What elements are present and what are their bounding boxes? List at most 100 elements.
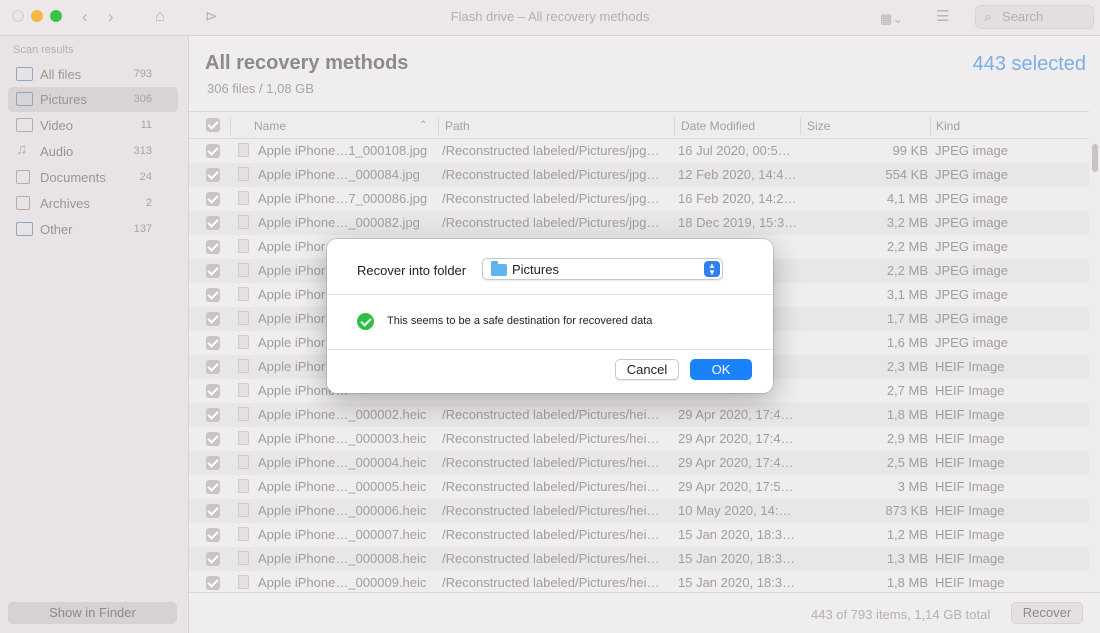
- sidebar-item-count: 2: [145, 197, 152, 209]
- file-icon: [238, 191, 249, 205]
- file-size: 1,7 MB: [886, 311, 928, 326]
- show-in-finder-button[interactable]: Show in Finder: [8, 602, 177, 624]
- file-size: 4,1 MB: [886, 191, 928, 206]
- sidebar-item-other[interactable]: Other 137: [8, 217, 178, 242]
- row-checkbox[interactable]: [206, 264, 220, 278]
- page-subtitle: 306 files / 1,08 GB: [207, 81, 314, 96]
- file-name: Apple iPhone…_000002.heic: [258, 407, 427, 422]
- file-size: 2,2 MB: [886, 239, 928, 254]
- file-name: Apple iPhone…_000084.jpg: [258, 167, 420, 182]
- file-size: 1,8 MB: [886, 575, 928, 590]
- column-divider: [930, 117, 931, 135]
- file-size: 873 KB: [885, 503, 928, 518]
- file-name: Apple iPhone…7_000086.jpg: [258, 191, 428, 206]
- file-size: 2,7 MB: [886, 383, 928, 398]
- table-row[interactable]: Apple iPhone…_000005.heic/Reconstructed …: [189, 475, 1089, 499]
- video-icon: [16, 118, 33, 132]
- row-checkbox[interactable]: [206, 408, 220, 422]
- file-path: /Reconstructed labeled/Pictures/hei…: [442, 431, 660, 446]
- filter-settings-icon[interactable]: ☰: [936, 6, 949, 28]
- table-row[interactable]: Apple iPhone…_000007.heic/Reconstructed …: [189, 523, 1089, 547]
- sidebar-item-video[interactable]: Video 11: [8, 113, 178, 138]
- file-icon: [238, 551, 249, 565]
- file-size: 2,2 MB: [886, 263, 928, 278]
- recover-dialog: Recover into folder Pictures ▲ ▼ This see…: [327, 239, 773, 393]
- column-header-path[interactable]: Path: [445, 119, 470, 133]
- cancel-button[interactable]: Cancel: [615, 359, 679, 380]
- table-row[interactable]: Apple iPhone…_000006.heic/Reconstructed …: [189, 499, 1089, 523]
- row-checkbox[interactable]: [206, 192, 220, 206]
- table-row[interactable]: Apple iPhone…_000004.heic/Reconstructed …: [189, 451, 1089, 475]
- file-icon: [238, 455, 249, 469]
- row-checkbox[interactable]: [206, 456, 220, 470]
- row-checkbox[interactable]: [206, 552, 220, 566]
- table-row[interactable]: Apple iPhone…_000009.heic/Reconstructed …: [189, 571, 1089, 592]
- search-input[interactable]: ⌕ Search: [975, 5, 1094, 29]
- column-header-name[interactable]: Name: [254, 119, 286, 133]
- file-kind: HEIF Image: [935, 551, 1005, 566]
- row-checkbox[interactable]: [206, 360, 220, 374]
- file-icon: [238, 479, 249, 493]
- file-name: Apple iPhone…_000003.heic: [258, 431, 427, 446]
- column-header-size[interactable]: Size: [807, 119, 830, 133]
- row-checkbox[interactable]: [206, 144, 220, 158]
- file-icon: [238, 263, 249, 277]
- file-size: 3 MB: [897, 479, 928, 494]
- scroll-thumb[interactable]: [1092, 144, 1098, 172]
- table-row[interactable]: Apple iPhone…7_000086.jpg/Reconstructed …: [189, 187, 1089, 211]
- file-path: /Reconstructed labeled/Pictures/hei…: [442, 551, 660, 566]
- row-checkbox[interactable]: [206, 336, 220, 350]
- row-checkbox[interactable]: [206, 312, 220, 326]
- view-options-icon[interactable]: ▦⌄: [880, 8, 903, 30]
- sidebar-item-documents[interactable]: Documents 24: [8, 165, 178, 190]
- row-checkbox[interactable]: [206, 288, 220, 302]
- file-kind: JPEG image: [935, 215, 1008, 230]
- row-checkbox[interactable]: [206, 240, 220, 254]
- file-date-modified: 12 Feb 2020, 14:4…: [678, 167, 797, 182]
- sidebar-item-count: 313: [133, 145, 152, 157]
- file-icon: [238, 503, 249, 517]
- row-checkbox[interactable]: [206, 168, 220, 182]
- file-kind: JPEG image: [935, 287, 1008, 302]
- file-kind: HEIF Image: [935, 575, 1005, 590]
- row-checkbox[interactable]: [206, 384, 220, 398]
- column-header-date[interactable]: Date Modified: [681, 119, 755, 133]
- file-size: 1,3 MB: [886, 551, 928, 566]
- title-bar: ‹ › ⌂ ⊳ Flash drive – All recovery metho…: [0, 0, 1100, 36]
- row-checkbox[interactable]: [206, 216, 220, 230]
- table-row[interactable]: Apple iPhone…_000084.jpg/Reconstructed l…: [189, 163, 1089, 187]
- table-row[interactable]: Apple iPhone…_000002.heic/Reconstructed …: [189, 403, 1089, 427]
- vertical-scrollbar[interactable]: [1090, 139, 1100, 592]
- table-row[interactable]: Apple iPhone…_000082.jpg/Reconstructed l…: [189, 211, 1089, 235]
- sidebar-item-label: Pictures: [40, 92, 87, 107]
- file-size: 2,3 MB: [886, 359, 928, 374]
- select-all-checkbox[interactable]: [206, 118, 220, 132]
- row-checkbox[interactable]: [206, 576, 220, 590]
- row-checkbox[interactable]: [206, 480, 220, 494]
- sidebar-item-audio[interactable]: ♫ Audio 313: [8, 139, 178, 164]
- success-check-icon: [357, 313, 374, 330]
- table-row[interactable]: Apple iPhone…_000008.heic/Reconstructed …: [189, 547, 1089, 571]
- row-checkbox[interactable]: [206, 432, 220, 446]
- documents-icon: [16, 170, 30, 184]
- sidebar-item-archives[interactable]: Archives 2: [8, 191, 178, 216]
- folder-select[interactable]: Pictures ▲ ▼: [482, 258, 723, 280]
- file-path: /Reconstructed labeled/Pictures/hei…: [442, 575, 660, 590]
- sidebar-item-all-files[interactable]: All files 793: [8, 62, 178, 87]
- sidebar-item-label: Video: [40, 118, 74, 133]
- table-row[interactable]: Apple iPhone…1_000108.jpg/Reconstructed …: [189, 139, 1089, 163]
- sidebar-item-count: 11: [140, 119, 152, 131]
- table-row[interactable]: Apple iPhone…_000003.heic/Reconstructed …: [189, 427, 1089, 451]
- row-checkbox[interactable]: [206, 504, 220, 518]
- file-path: /Reconstructed labeled/Pictures/hei…: [442, 455, 660, 470]
- ok-button[interactable]: OK: [690, 359, 752, 380]
- column-header-kind[interactable]: Kind: [936, 119, 960, 133]
- row-checkbox[interactable]: [206, 528, 220, 542]
- file-icon: [238, 383, 249, 397]
- recover-folder-label: Recover into folder: [357, 263, 467, 278]
- sidebar-item-pictures[interactable]: Pictures 306: [8, 87, 178, 112]
- file-kind: HEIF Image: [935, 407, 1005, 422]
- recover-button[interactable]: Recover: [1011, 602, 1083, 624]
- sidebar-item-count: 306: [133, 93, 152, 105]
- file-name: Apple iPhone…_000004.heic: [258, 455, 427, 470]
